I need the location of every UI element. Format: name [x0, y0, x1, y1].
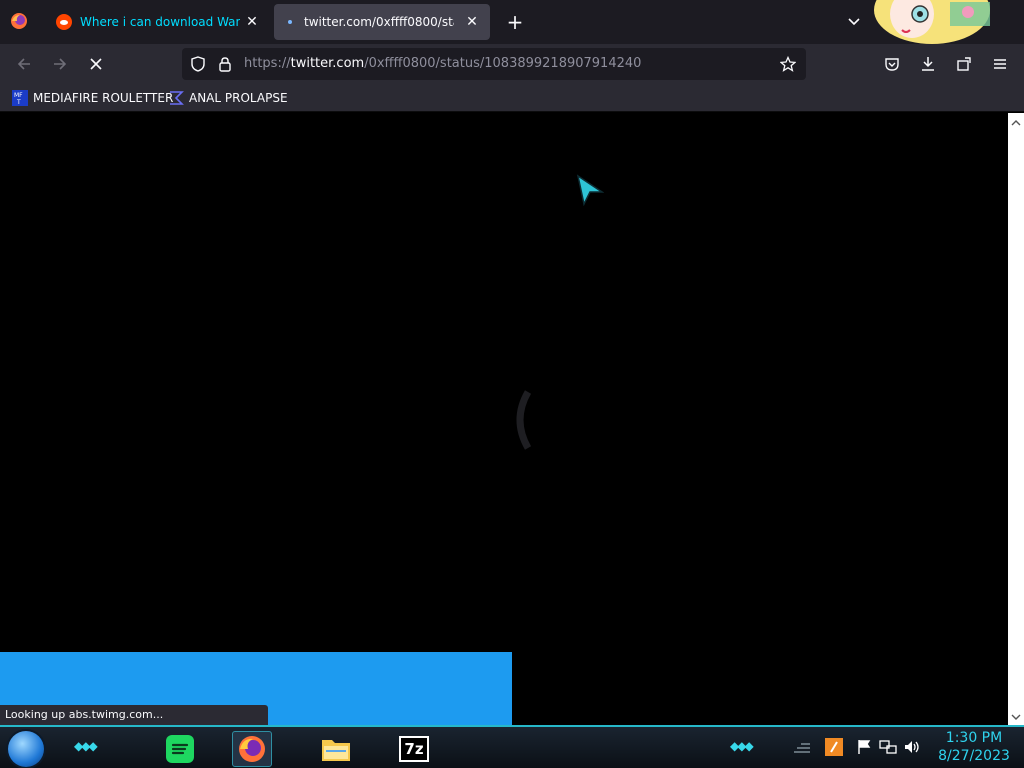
clock-time: 1:30 PM [945, 730, 1003, 746]
extensions-icon [957, 57, 971, 71]
downloads-button[interactable] [916, 52, 940, 76]
hamburger-menu-icon [994, 59, 1006, 69]
url-bar[interactable]: https://twitter.com/0xffff0800/status/10… [182, 48, 806, 80]
extensions-button[interactable] [952, 52, 976, 76]
java-update-icon[interactable] [824, 737, 844, 757]
theme-artwork [872, 0, 996, 44]
bookmark-sigma[interactable]: ANAL PROLAPSE [168, 88, 288, 108]
url-text: https://twitter.com/0xffff0800/status/10… [244, 56, 642, 71]
show-hidden-icons-icon[interactable] [792, 737, 812, 757]
navigation-toolbar: https://twitter.com/0xffff0800/status/10… [0, 44, 1024, 84]
volume-icon[interactable] [902, 737, 922, 757]
loading-icon [288, 20, 292, 24]
taskbar-decoration-icon: ◆◆◆ [730, 739, 754, 753]
stop-icon [90, 58, 102, 70]
download-icon [922, 57, 934, 71]
7zip-label: 7z [404, 740, 424, 758]
close-tab-icon[interactable]: ✕ [464, 14, 480, 30]
tab-reddit[interactable]: Where i can download WannaCry ✕ [44, 4, 270, 40]
app-menu-button[interactable] [988, 52, 1012, 76]
mouse-cursor-icon [576, 174, 605, 210]
bookmark-mediafire[interactable]: MF T MEDIAFIRE ROULETTER [12, 88, 173, 108]
start-button[interactable] [8, 731, 44, 767]
firefox-view-icon[interactable] [8, 10, 30, 32]
svg-text:MF: MF [14, 92, 23, 99]
bookmark-star-icon[interactable] [779, 55, 797, 76]
back-button[interactable] [12, 52, 36, 76]
firefox-icon [239, 736, 265, 762]
tab-title: twitter.com/0xffff0800/status/1083899218… [304, 15, 454, 29]
bookmark-label: ANAL PROLAPSE [189, 91, 288, 105]
loading-spinner-icon [510, 388, 540, 456]
bookmark-label: MEDIAFIRE ROULETTER [33, 91, 174, 105]
sigma-icon [168, 90, 184, 106]
lock-icon[interactable] [218, 56, 232, 76]
status-panel: Looking up abs.twimg.com... [0, 705, 268, 725]
action-center-flag-icon[interactable] [854, 737, 874, 757]
scroll-up-icon [1011, 120, 1021, 126]
tab-title: Where i can download WannaCry [80, 15, 240, 29]
scroll-down-icon [1011, 714, 1021, 720]
spotify-icon [166, 735, 194, 763]
list-all-tabs-icon[interactable] [844, 12, 864, 32]
pocket-button[interactable] [880, 52, 904, 76]
page-content[interactable] [0, 113, 1008, 725]
stop-button[interactable] [84, 52, 108, 76]
taskbar: ◆◆◆ 7z ◆◆◆ 1:30 PM 8/27/2023 [0, 725, 1024, 768]
clock-date: 8/27/2023 [938, 748, 1010, 764]
taskbar-7zip[interactable]: 7z [394, 731, 434, 767]
page-scrollbar[interactable] [1008, 113, 1024, 725]
mediafire-icon: MF T [12, 90, 28, 106]
file-explorer-icon [322, 740, 350, 761]
system-clock[interactable]: 1:30 PM 8/27/2023 [928, 729, 1020, 765]
back-arrow-icon [17, 58, 30, 70]
new-tab-button[interactable]: + [503, 10, 527, 34]
tab-twitter[interactable]: twitter.com/0xffff0800/status/1083899218… [274, 4, 490, 40]
taskbar-file-explorer[interactable] [316, 731, 356, 767]
tracking-protection-shield-icon[interactable] [190, 56, 206, 76]
forward-button[interactable] [48, 52, 72, 76]
forward-arrow-icon [54, 58, 67, 70]
network-icon[interactable] [878, 737, 898, 757]
taskbar-firefox[interactable] [232, 731, 272, 767]
taskbar-spotify[interactable] [160, 731, 200, 767]
svg-text:T: T [16, 99, 21, 106]
taskbar-decoration-icon: ◆◆◆ [74, 739, 98, 753]
tab-bar: Where i can download WannaCry ✕ twitter.… [0, 0, 1024, 44]
close-tab-icon[interactable]: ✕ [244, 14, 260, 30]
reddit-icon [56, 14, 72, 30]
pocket-icon [885, 58, 899, 71]
bookmarks-toolbar: MF T MEDIAFIRE ROULETTER ANAL PROLAPSE [0, 84, 1024, 112]
